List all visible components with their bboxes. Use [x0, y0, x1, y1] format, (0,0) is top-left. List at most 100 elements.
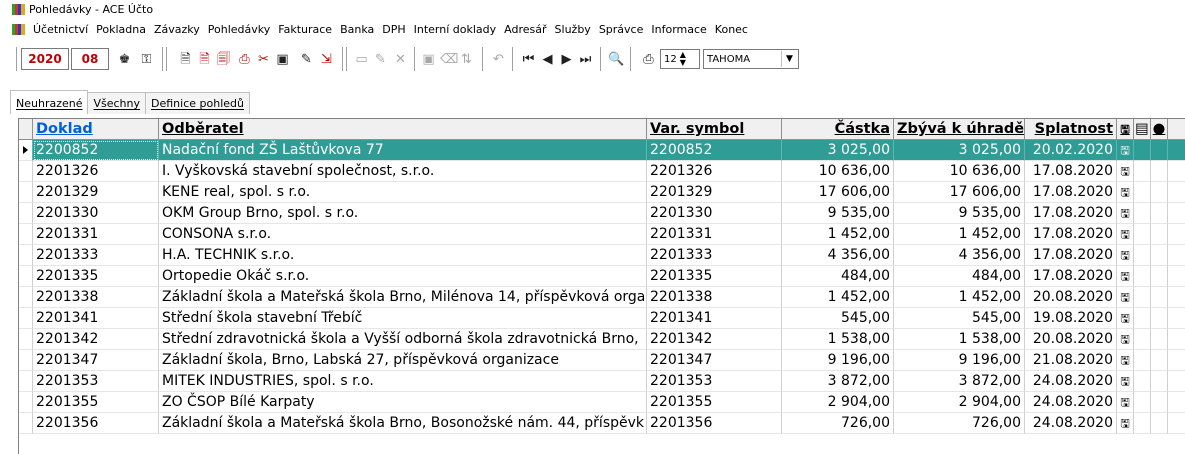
cell-odberatel[interactable]: I. Vyškovská stavební společnost, s.r.o.	[159, 161, 647, 182]
document-copy-icon[interactable]: 🗐	[215, 51, 232, 68]
cell-castka[interactable]: 1 452,00	[782, 224, 894, 245]
cell-var-symbol[interactable]: 2201326	[647, 161, 782, 182]
chevron-down-icon[interactable]: ▼	[781, 51, 797, 67]
document-icon[interactable]: 🗎	[177, 51, 194, 68]
cell-doklad[interactable]: 2201356	[33, 413, 159, 434]
cell-castka[interactable]: 17 606,00	[782, 182, 894, 203]
year-field[interactable]: 2020	[21, 48, 69, 70]
spinner-arrows-icon[interactable]: ▲ ▼	[680, 51, 686, 67]
cell-var-symbol[interactable]: 2200852	[647, 140, 782, 161]
print-icon[interactable]: ⎙	[236, 51, 253, 68]
cell-doklad[interactable]: 2201331	[33, 224, 159, 245]
cell-doklad[interactable]: 2201342	[33, 329, 159, 350]
cell-doklad[interactable]: 2200852	[33, 140, 159, 161]
cell-zbyva[interactable]: 1 538,00	[894, 329, 1025, 350]
cell-odberatel[interactable]: Nadační fond ZŠ Laštůvkova 77	[159, 140, 647, 161]
cell-splatnost[interactable]: 17.08.2020	[1025, 266, 1117, 287]
table-row[interactable]: 2201342 Střední zdravotnická škola a Vyšš…	[19, 329, 1185, 350]
table-row[interactable]: 2201341 Střední škola stavební Třebíč 2201…	[19, 308, 1185, 329]
cell-var-symbol[interactable]: 2201331	[647, 224, 782, 245]
font-size-spinner[interactable]: 12 ▲ ▼	[660, 49, 700, 69]
cell-splatnost[interactable]: 20.08.2020	[1025, 329, 1117, 350]
header-notes-icon[interactable]: ▤	[1134, 119, 1151, 140]
cell-odberatel[interactable]: Ortopedie Okáč s.r.o.	[159, 266, 647, 287]
cell-doklad[interactable]: 2201329	[33, 182, 159, 203]
table-row[interactable]: 2201330 OKM Group Brno, spol. s r.o. 22013…	[19, 203, 1185, 224]
cell-castka[interactable]: 1 452,00	[782, 287, 894, 308]
header-splatnost[interactable]: Splatnost	[1025, 119, 1117, 140]
table-row[interactable]: 2201331 CONSONA s.r.o. 2201331 1 452,00 1 45…	[19, 224, 1185, 245]
menu-pohledavky[interactable]: Pohledávky	[204, 23, 275, 36]
cell-zbyva[interactable]: 484,00	[894, 266, 1025, 287]
menu-pokladna[interactable]: Pokladna	[92, 23, 150, 36]
cell-doklad[interactable]: 2201355	[33, 392, 159, 413]
cell-doklad[interactable]: 2201347	[33, 350, 159, 371]
table-row[interactable]: 2201356 Základní škola a Mateřská škola B…	[19, 413, 1185, 434]
cell-zbyva[interactable]: 726,00	[894, 413, 1025, 434]
tab-definice-pohledu[interactable]: Definice pohledů	[145, 92, 250, 114]
cell-zbyva[interactable]: 545,00	[894, 308, 1025, 329]
cell-var-symbol[interactable]: 2201329	[647, 182, 782, 203]
next-record-icon[interactable]: ▶	[558, 51, 575, 68]
cell-splatnost[interactable]: 21.08.2020	[1025, 350, 1117, 371]
cell-odberatel[interactable]: Základní škola a Mateřská škola Brno, Mi…	[159, 287, 647, 308]
cell-zbyva[interactable]: 3 025,00	[894, 140, 1025, 161]
cell-var-symbol[interactable]: 2201333	[647, 245, 782, 266]
document-red-icon[interactable]: 🗎	[196, 51, 213, 68]
cancel-icon[interactable]: ⌫	[440, 51, 458, 68]
cell-splatnost[interactable]: 19.08.2020	[1025, 308, 1117, 329]
header-castka[interactable]: Částka	[782, 119, 894, 140]
user-icon[interactable]: ♚	[116, 51, 133, 68]
menu-fakturace[interactable]: Fakturace	[274, 23, 336, 36]
cell-splatnost[interactable]: 20.02.2020	[1025, 140, 1117, 161]
cell-castka[interactable]: 3 025,00	[782, 140, 894, 161]
header-dot-icon[interactable]: ●	[1151, 119, 1168, 140]
cell-odberatel[interactable]: Střední zdravotnická škola a Vyšší odbor…	[159, 329, 647, 350]
cell-castka[interactable]: 1 538,00	[782, 329, 894, 350]
cell-var-symbol[interactable]: 2201347	[647, 350, 782, 371]
menu-sluzby[interactable]: Služby	[551, 23, 595, 36]
month-field[interactable]: 08	[71, 48, 109, 70]
cell-doklad[interactable]: 2201338	[33, 287, 159, 308]
cell-var-symbol[interactable]: 2201356	[647, 413, 782, 434]
cell-odberatel[interactable]: Střední škola stavební Třebíč	[159, 308, 647, 329]
cell-doklad[interactable]: 2201353	[33, 371, 159, 392]
cell-castka[interactable]: 726,00	[782, 413, 894, 434]
header-zbyva[interactable]: Zbývá k úhradě	[894, 119, 1025, 140]
cell-splatnost[interactable]: 17.08.2020	[1025, 245, 1117, 266]
cell-zbyva[interactable]: 3 872,00	[894, 371, 1025, 392]
cell-splatnost[interactable]: 17.08.2020	[1025, 161, 1117, 182]
table-row[interactable]: 2201326 I. Vyškovská stavební společnost,…	[19, 161, 1185, 182]
cell-zbyva[interactable]: 1 452,00	[894, 224, 1025, 245]
prev-record-icon[interactable]: ◀	[539, 51, 556, 68]
insert-icon[interactable]: ⇅	[458, 51, 475, 68]
table-row[interactable]: 2201338 Základní škola a Mateřská škola B…	[19, 287, 1185, 308]
menu-banka[interactable]: Banka	[336, 23, 378, 36]
cell-doklad[interactable]: 2201330	[33, 203, 159, 224]
table-row[interactable]: 2201353 MITEK INDUSTRIES, spol. s r.o. 220…	[19, 371, 1185, 392]
cell-splatnost[interactable]: 17.08.2020	[1025, 182, 1117, 203]
delete-icon[interactable]: ✕	[392, 51, 409, 68]
menu-zavazky[interactable]: Závazky	[150, 23, 204, 36]
cell-castka[interactable]: 484,00	[782, 266, 894, 287]
cell-zbyva[interactable]: 17 606,00	[894, 182, 1025, 203]
cell-zbyva[interactable]: 2 904,00	[894, 392, 1025, 413]
menu-konec[interactable]: Konec	[711, 23, 752, 36]
font-select[interactable]: TAHOMA ▼	[703, 49, 799, 69]
cell-doklad[interactable]: 2201341	[33, 308, 159, 329]
menu-ucetnictvi[interactable]: Účetnictví	[29, 23, 92, 36]
edit-icon[interactable]: ✎	[298, 51, 315, 68]
last-record-icon[interactable]: ⏭	[577, 51, 594, 68]
tools-icon[interactable]: ✂	[255, 51, 272, 68]
cell-zbyva[interactable]: 9 196,00	[894, 350, 1025, 371]
cell-splatnost[interactable]: 17.08.2020	[1025, 203, 1117, 224]
cell-doklad[interactable]: 2201326	[33, 161, 159, 182]
cell-castka[interactable]: 9 196,00	[782, 350, 894, 371]
cell-zbyva[interactable]: 9 535,00	[894, 203, 1025, 224]
menu-spravce[interactable]: Správce	[595, 23, 648, 36]
edit-record-icon[interactable]: ✎	[372, 51, 389, 68]
cell-castka[interactable]: 4 356,00	[782, 245, 894, 266]
cell-zbyva[interactable]: 1 452,00	[894, 287, 1025, 308]
table-row[interactable]: 2201335 Ortopedie Okáč s.r.o. 2201335 484,0…	[19, 266, 1185, 287]
table-row[interactable]: 2201347 Základní škola, Brno, Labská 27, …	[19, 350, 1185, 371]
